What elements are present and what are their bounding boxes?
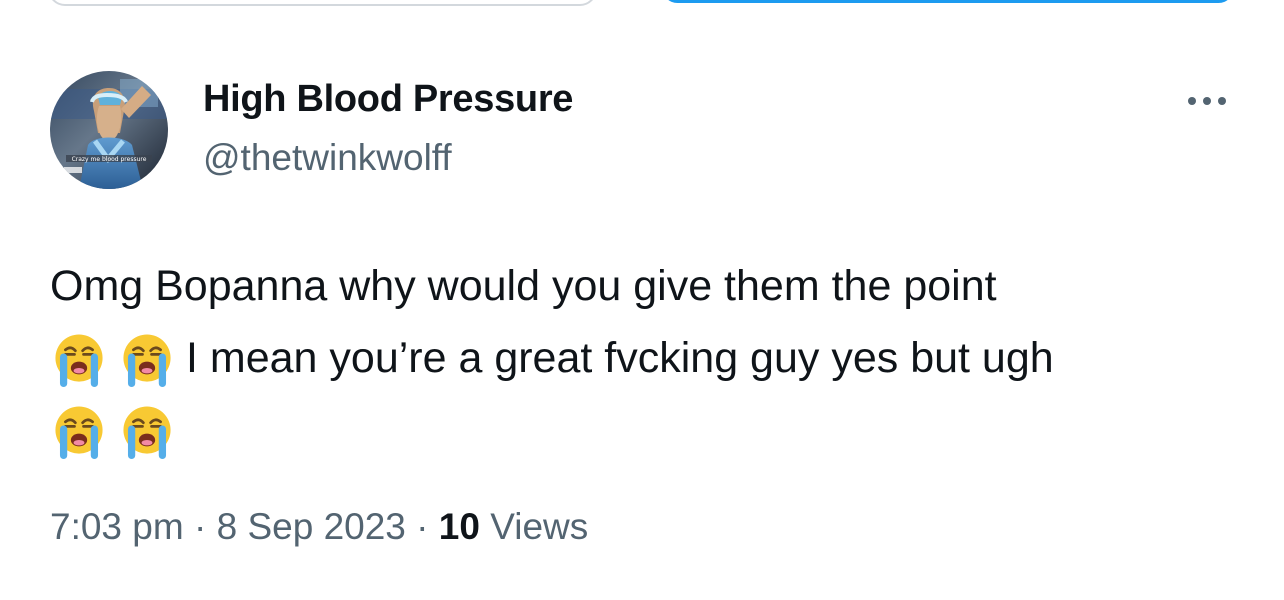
meta-separator: · — [416, 506, 429, 547]
loudly-crying-face-icon — [55, 334, 103, 387]
meta-separator: · — [193, 506, 207, 547]
tweet-text-line-1-text: Omg Bopanna why would you give them the … — [50, 262, 997, 310]
tweet-time[interactable]: 7:03 pm — [50, 506, 184, 547]
view-count: 10 — [438, 506, 480, 547]
tweet-text-line-2-text: I mean you’re a great fvcking guy yes bu… — [186, 334, 1054, 382]
emoji-group — [50, 328, 176, 388]
tweet-text-line-2: I mean you’re a great fvcking guy yes bu… — [50, 322, 1250, 394]
tweet-text-line-3 — [50, 394, 1250, 466]
more-dot-icon — [1203, 97, 1211, 105]
top-outline-button[interactable] — [48, 0, 597, 6]
loudly-crying-face-icon — [123, 406, 171, 459]
avatar-caption: Crazy me blood pressure — [72, 156, 147, 163]
tweet-detail-view: Crazy me blood pressure High Blood Press… — [0, 0, 1284, 600]
top-primary-button[interactable] — [662, 0, 1234, 3]
tweet-text: Omg Bopanna why would you give them the … — [50, 250, 1250, 466]
tweet-date[interactable]: 8 Sep 2023 — [217, 506, 406, 547]
tweet-metadata: 7:03 pm · 8 Sep 2023 · 10 Views — [50, 504, 588, 550]
avatar-image: Crazy me blood pressure — [50, 71, 168, 189]
emoji-group — [50, 400, 176, 460]
tweet-text-line-1: Omg Bopanna why would you give them the … — [50, 250, 1250, 322]
more-options-button[interactable] — [1180, 84, 1234, 118]
avatar[interactable]: Crazy me blood pressure — [50, 71, 168, 189]
more-dot-icon — [1188, 97, 1196, 105]
user-handle[interactable]: @thetwinkwolff — [203, 135, 452, 181]
loudly-crying-face-icon — [123, 334, 171, 387]
more-dot-icon — [1218, 97, 1226, 105]
loudly-crying-face-icon — [55, 406, 103, 459]
views-label: Views — [490, 506, 589, 547]
display-name[interactable]: High Blood Pressure — [203, 76, 573, 122]
